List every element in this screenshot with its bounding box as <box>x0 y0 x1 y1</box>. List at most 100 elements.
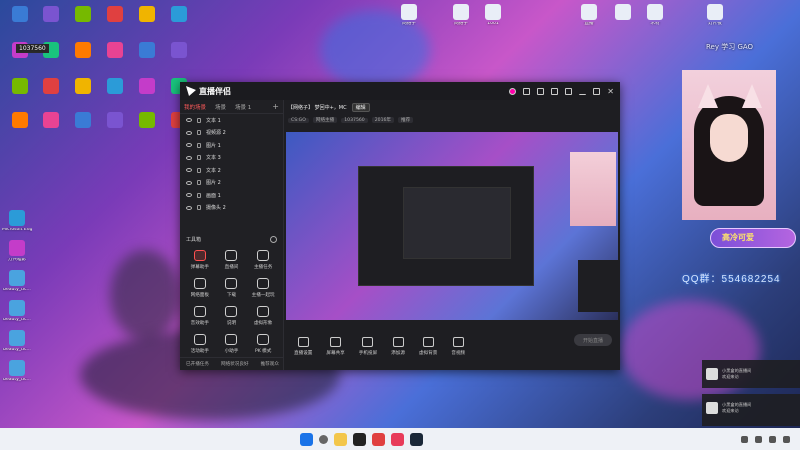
edit-title-button[interactable]: 编辑 <box>351 102 370 112</box>
minimize-icon[interactable] <box>579 88 587 95</box>
steam-icon[interactable] <box>410 432 423 446</box>
desktop-icon[interactable]: 网络子 <box>394 4 424 38</box>
bell-icon[interactable] <box>551 87 559 95</box>
screen-share-button[interactable]: 屏幕共享 <box>326 336 345 356</box>
desktop-icon[interactable] <box>132 42 162 76</box>
tool-button[interactable]: 音效助手 <box>184 306 216 326</box>
music-icon[interactable] <box>391 432 404 446</box>
virtual-bg-button[interactable]: 虚拟背景 <box>419 336 437 356</box>
notification-item[interactable] <box>702 422 800 426</box>
desktop-icon[interactable] <box>100 78 130 112</box>
tool-button[interactable]: 说明 <box>216 306 248 326</box>
desktop-icon[interactable] <box>36 78 66 112</box>
desktop-icon[interactable]: 木材 <box>640 4 670 38</box>
eye-icon[interactable] <box>186 193 192 198</box>
desktop-icon-labelled[interactable]: beauty_tic... <box>2 330 32 364</box>
maximize-icon[interactable] <box>593 87 601 95</box>
live-app-icon[interactable] <box>353 432 366 446</box>
volume-icon[interactable] <box>769 435 776 443</box>
add-source-button[interactable]: 添加源 <box>391 336 405 356</box>
tool-button[interactable]: 虚拟形象 <box>247 306 279 326</box>
desktop-icon[interactable] <box>100 112 130 146</box>
source-item[interactable]: 文本 3 <box>180 152 283 165</box>
audio-video-button[interactable]: 音视频 <box>451 336 465 356</box>
desktop-icon[interactable] <box>68 6 98 40</box>
message-icon[interactable] <box>523 87 531 95</box>
desktop-icon-labelled[interactable]: Microsoft Edge <box>2 210 32 244</box>
tool-button[interactable]: 直播间 <box>216 250 248 270</box>
desktop-icon[interactable] <box>5 78 35 112</box>
live-settings-button[interactable]: 直播设置 <box>294 336 312 356</box>
source-item[interactable]: 画面 1 <box>180 189 283 202</box>
search-icon[interactable] <box>319 434 328 444</box>
gift-icon[interactable] <box>537 87 545 95</box>
desktop-icon[interactable] <box>608 4 638 38</box>
tool-button[interactable]: PK 模式 <box>247 334 279 354</box>
tool-button[interactable]: 主播一起玩 <box>247 278 279 298</box>
toolbox-more-icon[interactable] <box>270 236 277 243</box>
lock-icon[interactable] <box>197 180 201 186</box>
desktop-icon[interactable] <box>100 42 130 76</box>
desktop-icon-labelled[interactable]: 万兴喵影 <box>2 240 32 274</box>
menu-icon[interactable] <box>565 87 573 95</box>
tool-button[interactable]: 主播任务 <box>247 250 279 270</box>
desktop-icon[interactable]: 灯片夜 <box>700 4 730 38</box>
desktop-icon[interactable] <box>68 112 98 146</box>
lock-icon[interactable] <box>197 205 201 211</box>
desktop-icon[interactable] <box>68 42 98 76</box>
eye-icon[interactable] <box>186 168 192 173</box>
source-item[interactable]: 文本 2 <box>180 164 283 177</box>
eye-icon[interactable] <box>186 143 192 148</box>
eye-icon[interactable] <box>186 205 192 210</box>
desktop-icon[interactable] <box>5 6 35 40</box>
source-item[interactable]: 视频源 2 <box>180 127 283 140</box>
eye-icon[interactable] <box>186 118 192 123</box>
tray-arrow-icon[interactable] <box>741 435 748 443</box>
source-item[interactable]: 图片 2 <box>180 177 283 190</box>
source-item[interactable]: 图片 1 <box>180 139 283 152</box>
source-item[interactable]: 文本 1 <box>180 114 283 127</box>
desktop-icon[interactable] <box>164 42 194 76</box>
netease-icon[interactable] <box>372 432 385 446</box>
eye-icon[interactable] <box>186 180 192 185</box>
stream-preview[interactable] <box>286 132 618 320</box>
tab-scene-1[interactable]: 场景 1 <box>235 103 251 111</box>
desktop-icon-labelled[interactable]: beauty_tic... <box>2 270 32 304</box>
lock-icon[interactable] <box>197 192 201 198</box>
tool-button[interactable]: 弹幕助手 <box>184 250 216 270</box>
lock-icon[interactable] <box>197 117 201 123</box>
desktop-icon[interactable] <box>164 6 194 40</box>
source-item[interactable]: 摄像头 2 <box>180 202 283 215</box>
notification-item[interactable]: 小黑盒的直播间 欢迎来访 <box>702 394 800 422</box>
desktop-icon[interactable] <box>5 112 35 146</box>
desktop-icon[interactable] <box>132 6 162 40</box>
tab-scene[interactable]: 场景 <box>215 103 226 111</box>
tool-button[interactable]: 活动助手 <box>184 334 216 354</box>
notification-item[interactable]: 小黑盒的直播间 欢迎来访 <box>702 360 800 388</box>
tool-button[interactable]: 下载 <box>216 278 248 298</box>
desktop-icon-labelled[interactable]: beauty_tic... <box>2 360 32 394</box>
avatar[interactable] <box>509 87 517 95</box>
desktop-icon[interactable] <box>68 78 98 112</box>
desktop-icon[interactable] <box>132 78 162 112</box>
tab-my-scene[interactable]: 我的场景 <box>184 103 206 111</box>
lock-icon[interactable] <box>197 142 201 148</box>
desktop-icon[interactable] <box>100 6 130 40</box>
network-icon[interactable] <box>755 435 762 443</box>
lock-icon[interactable] <box>197 155 201 161</box>
tool-button[interactable]: 网络面板 <box>184 278 216 298</box>
eye-icon[interactable] <box>186 130 192 135</box>
desktop-icon-labelled[interactable]: beauty_tic... <box>2 300 32 334</box>
desktop-icon[interactable] <box>36 112 66 146</box>
desktop-icon[interactable] <box>132 112 162 146</box>
desktop-icon[interactable]: 1001 <box>478 4 508 38</box>
lock-icon[interactable] <box>197 167 201 173</box>
desktop-icon[interactable]: 直播 <box>574 4 604 38</box>
battery-icon[interactable] <box>783 435 790 443</box>
lock-icon[interactable] <box>197 130 201 136</box>
add-scene-icon[interactable]: + <box>272 102 279 111</box>
mobile-cast-button[interactable]: 手机投屏 <box>359 336 377 356</box>
tool-button[interactable]: 小助手 <box>216 334 248 354</box>
desktop-icon[interactable] <box>36 6 66 40</box>
eye-icon[interactable] <box>186 155 192 160</box>
